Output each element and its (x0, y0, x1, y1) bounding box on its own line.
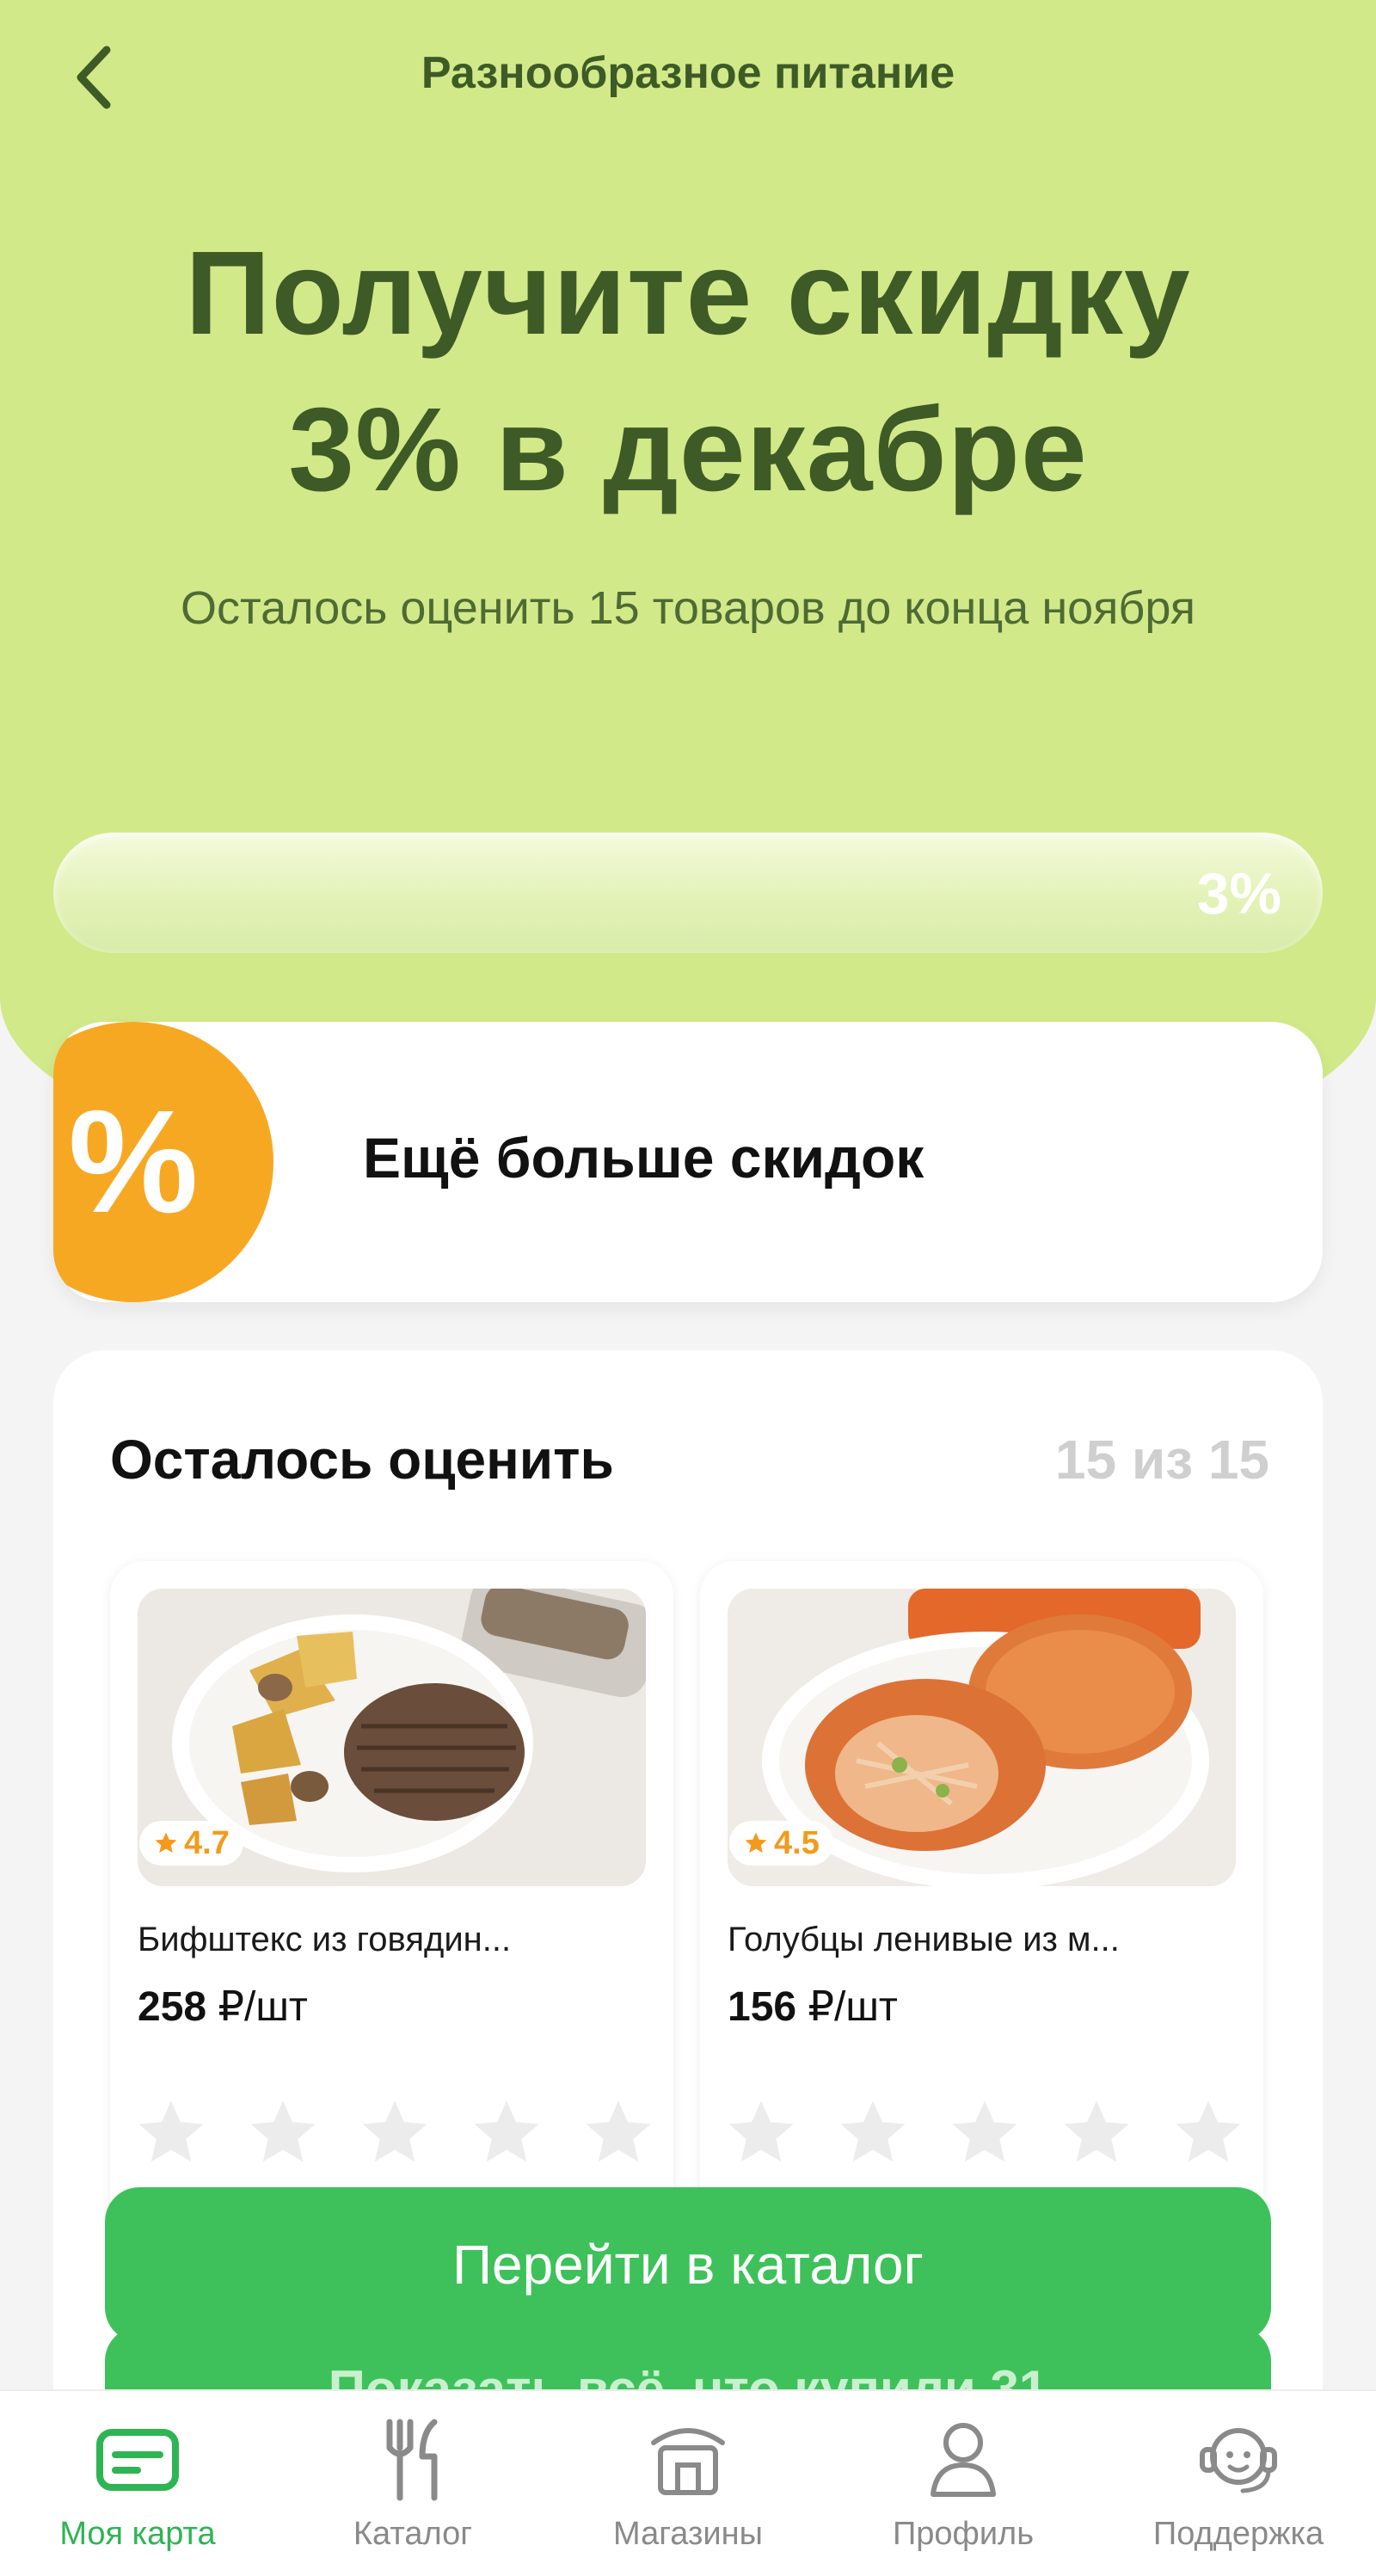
product-price-value: 258 (138, 1984, 207, 2030)
tab-catalog[interactable]: Каталог (275, 2391, 550, 2576)
promo-headline: Получите скидку 3% в декабре (69, 215, 1307, 528)
rate-star-2[interactable] (244, 2094, 322, 2172)
promo-subtitle: Осталось оценить 15 товаров до конца ноя… (180, 582, 1196, 634)
star-icon (155, 1832, 177, 1854)
product-name: Голубцы ленивые из м... (728, 1921, 1120, 1958)
rate-section-count: 15 из 15 (1054, 1429, 1269, 1491)
more-discounts-label: Ещё больше скидок (363, 1126, 924, 1190)
rate-star-3[interactable] (356, 2094, 433, 2172)
product-card[interactable]: 4.5 Голубцы ленивые из м... 156 ₽/шт (700, 1561, 1263, 2232)
tab-label: Магазины (613, 2516, 763, 2552)
product-price-unit: ₽/шт (218, 1984, 308, 2030)
star-icon (745, 1832, 767, 1854)
store-icon (651, 2428, 725, 2495)
fork-knife-icon (386, 2419, 438, 2501)
product-rating-value: 4.7 (184, 1824, 230, 1861)
tab-my-card[interactable]: Моя карта (0, 2391, 275, 2576)
card-icon (96, 2429, 179, 2491)
tab-support[interactable]: Поддержка (1101, 2391, 1376, 2576)
product-card[interactable]: 4.7 Бифштекс из говядин... 258 ₽/шт (110, 1561, 673, 2232)
percent-badge: % (53, 1022, 273, 1302)
tab-profile[interactable]: Профиль (826, 2391, 1101, 2576)
product-price: 156 ₽/шт (728, 1983, 898, 2031)
product-name: Бифштекс из говядин... (138, 1921, 512, 1958)
bottom-tab-bar: Моя карта Каталог Магазины Профиль Подде… (0, 2389, 1376, 2576)
rate-star-1[interactable] (132, 2094, 210, 2172)
tab-label: Моя карта (59, 2516, 216, 2552)
go-to-catalog-button[interactable]: Перейти в каталог (105, 2187, 1271, 2342)
page-title: Разнообразное питание (421, 48, 955, 98)
rate-star-3[interactable] (946, 2094, 1023, 2172)
headline-line-1: Получите скидку (185, 227, 1191, 360)
rate-star-5[interactable] (580, 2094, 657, 2172)
rate-star-5[interactable] (1170, 2094, 1247, 2172)
product-price-value: 156 (728, 1984, 797, 2030)
rate-star-4[interactable] (468, 2094, 545, 2172)
percent-icon: % (68, 1080, 199, 1244)
tab-label: Профиль (892, 2516, 1035, 2552)
rating-stars (722, 2094, 1247, 2172)
rate-star-4[interactable] (1058, 2094, 1135, 2172)
user-icon (931, 2423, 996, 2497)
tab-label: Каталог (353, 2516, 473, 2552)
product-price-unit: ₽/шт (808, 1984, 898, 2030)
product-price: 258 ₽/шт (138, 1983, 308, 2031)
product-rating-value: 4.5 (774, 1824, 820, 1861)
more-discounts-card[interactable]: % Ещё больше скидок (53, 1022, 1323, 1302)
headset-icon (1200, 2428, 1277, 2493)
product-rating-badge: 4.5 (729, 1821, 833, 1866)
discount-progress-bar: 3% (53, 833, 1323, 953)
progress-label: 3% (1196, 861, 1281, 926)
rate-star-2[interactable] (834, 2094, 912, 2172)
headline-line-2: 3% в декабре (288, 384, 1088, 516)
rate-star-1[interactable] (722, 2094, 800, 2172)
rate-section-title: Осталось оценить (110, 1429, 614, 1491)
tab-label: Поддержка (1152, 2516, 1324, 2552)
rating-stars (132, 2094, 657, 2172)
tab-stores[interactable]: Магазины (550, 2391, 826, 2576)
product-rating-badge: 4.7 (139, 1821, 243, 1866)
